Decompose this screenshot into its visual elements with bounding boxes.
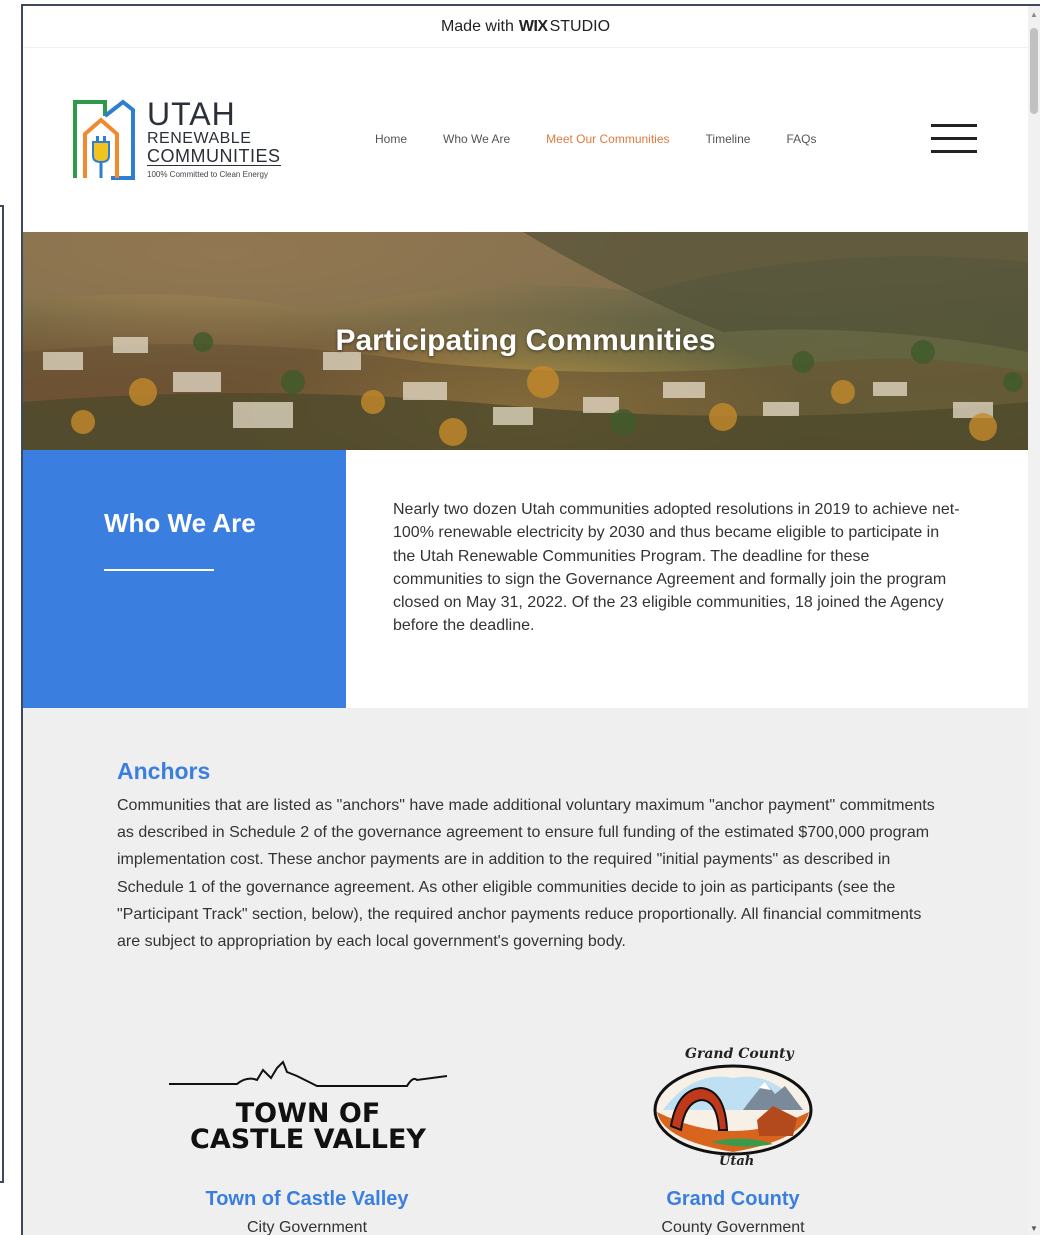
scroll-thumb[interactable] — [1030, 28, 1038, 114]
grand-county-logo-bottom: Utah — [719, 1154, 755, 1169]
nav-meet-our-communities[interactable]: Meet Our Communities — [546, 132, 669, 146]
community-castle-valley: Town of Castle Valley City Government — [157, 1188, 457, 1235]
nav-timeline[interactable]: Timeline — [706, 132, 751, 146]
community-type-grand-county: County Government — [661, 1219, 805, 1235]
banner-prefix: Made with — [440, 17, 514, 35]
browser-viewport: Made with WIX STUDIO UTAH RENEWABLE COMM… — [21, 4, 1040, 1235]
nav-faqs[interactable]: FAQs — [786, 132, 816, 146]
window-frame-left — [0, 205, 4, 1183]
community-name-grand-county[interactable]: Grand County — [583, 1188, 883, 1211]
logo-tagline: 100% Committed to Clean Energy — [147, 170, 268, 179]
who-we-are-title: Who We Are — [104, 508, 256, 538]
logo-wordmark: UTAH RENEWABLE COMMUNITIES 100% Committe… — [147, 98, 281, 179]
castle-valley-logo-line-2: CASTLE VALLEY — [190, 1124, 426, 1155]
hero-banner: Participating Communities — [23, 232, 1028, 450]
hamburger-icon[interactable] — [931, 122, 977, 154]
who-we-are-divider — [104, 569, 214, 571]
hero-title: Participating Communities — [335, 324, 716, 357]
page: Made with WIX STUDIO UTAH RENEWABLE COMM… — [23, 6, 1028, 1235]
vertical-scrollbar[interactable]: ▲ ▼ — [1028, 6, 1040, 1235]
who-we-are-section: Who We Are Nearly two dozen Utah communi… — [23, 450, 1028, 708]
castle-valley-logo: TOWN OF CASTLE VALLEY — [167, 1054, 449, 1158]
logo-line-2: RENEWABLE — [147, 130, 252, 147]
scroll-up-icon[interactable]: ▲ — [1030, 10, 1038, 19]
anchors-text: Communities that are listed as "anchors"… — [117, 797, 935, 951]
logo-line-1: UTAH — [147, 96, 236, 132]
nav-home[interactable]: Home — [375, 132, 407, 146]
anchors-section: Anchors Communities that are listed as "… — [23, 708, 1028, 1235]
castle-valley-skyline-icon — [169, 1060, 448, 1087]
wix-banner[interactable]: Made with WIX STUDIO — [23, 6, 1028, 48]
site-logo[interactable]: UTAH RENEWABLE COMMUNITIES 100% Committe… — [71, 96, 291, 186]
grand-county-arch-icon — [653, 1064, 813, 1156]
banner-suffix: STUDIO — [549, 17, 611, 35]
banner-brand: WIX — [518, 17, 548, 35]
site-header: UTAH RENEWABLE COMMUNITIES 100% Committe… — [23, 48, 1028, 232]
community-grand-county: Grand County County Government — [583, 1188, 883, 1235]
main-nav: Home Who We Are Meet Our Communities Tim… — [375, 132, 852, 146]
scroll-down-icon[interactable]: ▼ — [1030, 1224, 1038, 1233]
logo-line-3: COMMUNITIES — [147, 146, 281, 166]
community-name-castle-valley[interactable]: Town of Castle Valley — [157, 1188, 457, 1211]
who-we-are-box: Who We Are — [23, 450, 346, 708]
who-we-are-text: Nearly two dozen Utah communities adopte… — [393, 501, 960, 635]
nav-who-we-are[interactable]: Who We Are — [443, 132, 510, 146]
anchors-title: Anchors — [117, 758, 211, 784]
grand-county-logo: Grand County Utah — [653, 1040, 813, 1172]
logo-house-icon — [73, 99, 135, 180]
community-type-castle-valley: City Government — [246, 1219, 368, 1235]
